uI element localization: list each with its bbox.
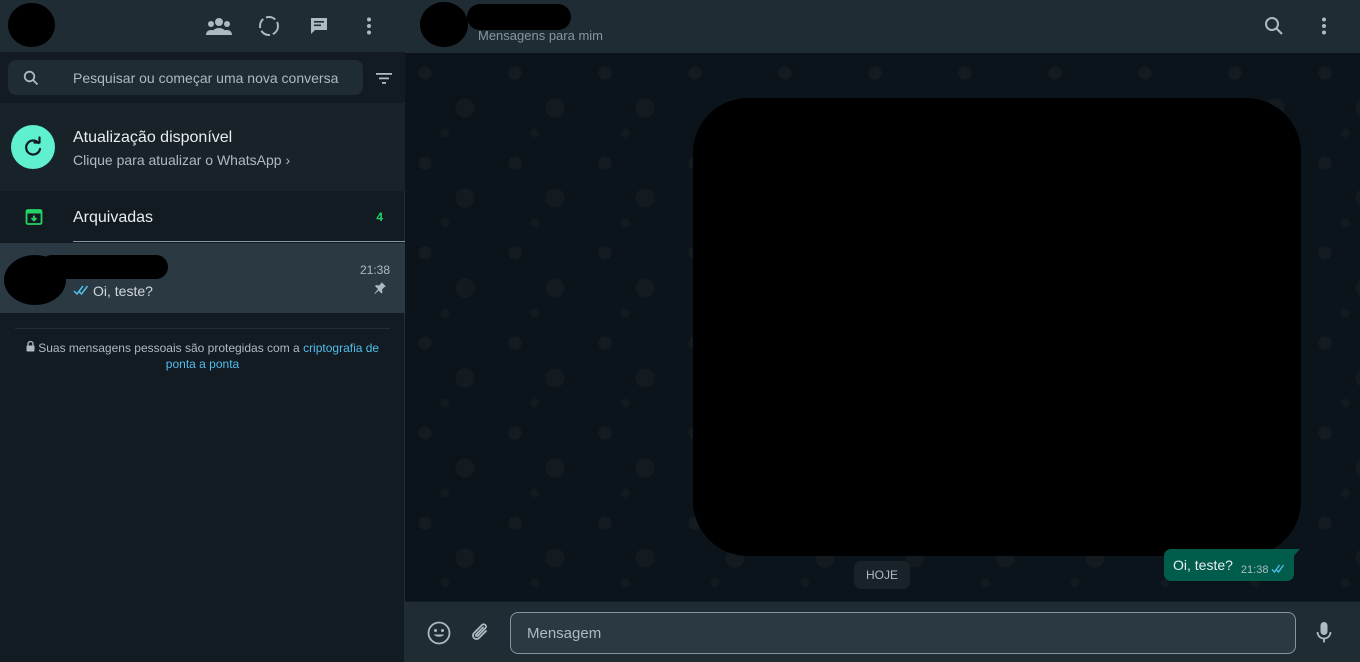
- refresh-icon: [11, 125, 55, 169]
- filter-icon[interactable]: [374, 68, 394, 88]
- search-bar: [0, 52, 405, 102]
- update-banner[interactable]: Atualização disponível Clique para atual…: [0, 103, 405, 191]
- chevron-right-icon: ›: [285, 152, 291, 168]
- menu-icon[interactable]: [356, 13, 382, 39]
- day-separator: HOJE: [854, 561, 911, 589]
- search-box[interactable]: [8, 60, 363, 95]
- divider: [15, 328, 390, 329]
- contact-avatar-redacted[interactable]: [420, 2, 468, 47]
- search-icon[interactable]: [1261, 13, 1287, 39]
- redacted-content: [693, 98, 1301, 556]
- encryption-note: Suas mensagens pessoais são protegidas c…: [20, 340, 385, 372]
- message-meta: 21:38: [1241, 564, 1287, 577]
- message-area[interactable]: HOJE Oi, teste? 21:38: [405, 53, 1360, 601]
- update-title: Atualização disponível: [73, 129, 233, 146]
- message-time: 21:38: [1240, 564, 1269, 576]
- new-chat-icon[interactable]: [306, 13, 332, 39]
- chat-list-item[interactable]: 21:38 Oi, teste?: [0, 243, 405, 313]
- double-check-icon: [1271, 564, 1286, 577]
- menu-icon[interactable]: [1311, 13, 1337, 39]
- archive-icon: [25, 208, 43, 231]
- pin-icon: [373, 281, 387, 300]
- whatsapp-app: Atualização disponível Clique para atual…: [0, 0, 1360, 662]
- contact-name-redacted: [40, 255, 168, 279]
- chat-list-panel: Atualização disponível Clique para atual…: [0, 0, 405, 662]
- message-text: Oi, teste?: [1173, 557, 1233, 573]
- archived-label: Arquivadas: [73, 209, 154, 226]
- my-avatar-redacted[interactable]: [8, 3, 55, 47]
- update-subtitle: Clique para atualizar o WhatsApp ›: [73, 152, 291, 168]
- message-input[interactable]: [510, 612, 1296, 654]
- communities-icon[interactable]: [206, 13, 232, 39]
- archived-count: 4: [376, 210, 383, 224]
- divider: [73, 241, 405, 242]
- search-icon: [23, 70, 39, 91]
- outgoing-message[interactable]: Oi, teste? 21:38: [1164, 549, 1301, 581]
- attach-icon[interactable]: [467, 620, 493, 646]
- left-header: [0, 0, 405, 52]
- search-input[interactable]: [73, 60, 358, 95]
- conversation-panel: Mensagens para mim HOJE Oi, teste? 21:38: [405, 0, 1360, 662]
- archived-row[interactable]: Arquivadas 4: [0, 192, 405, 242]
- status-icon[interactable]: [256, 13, 282, 39]
- chat-time: 21:38: [359, 263, 390, 277]
- conversation-header[interactable]: Mensagens para mim: [405, 0, 1360, 53]
- chat-last-message: Oi, teste?: [73, 283, 153, 299]
- lock-icon: [26, 340, 35, 355]
- double-check-icon: [73, 283, 90, 299]
- contact-name-redacted: [467, 4, 571, 30]
- contact-status: Mensagens para mim: [478, 28, 603, 43]
- composer: [405, 602, 1360, 662]
- emoji-icon[interactable]: [426, 620, 452, 646]
- microphone-icon[interactable]: [1311, 620, 1337, 646]
